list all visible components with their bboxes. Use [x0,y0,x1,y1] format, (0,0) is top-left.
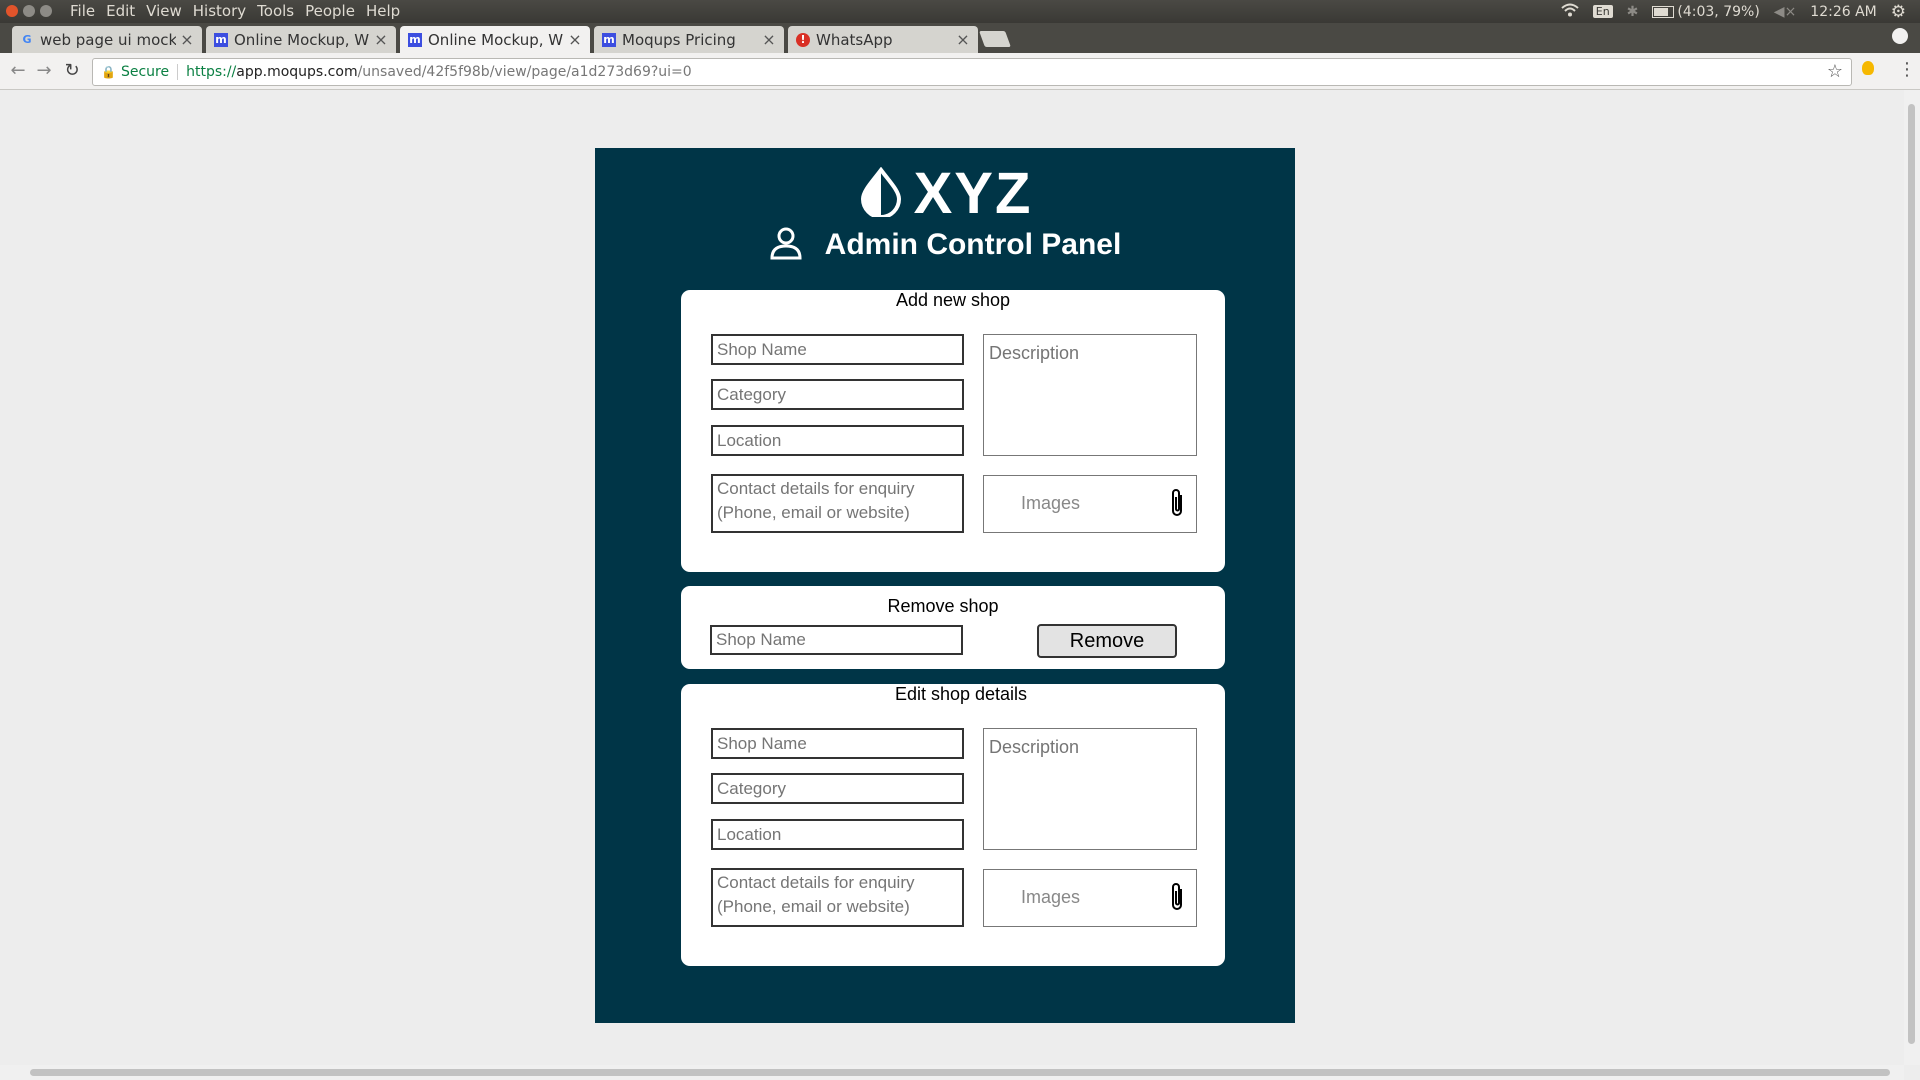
edit-shop-name-input[interactable] [711,728,964,759]
tab-title: web page ui mocku [40,30,176,49]
menu-edit[interactable]: Edit [106,2,135,20]
remove-shop-name-input[interactable] [710,625,963,655]
back-arrow-icon[interactable]: ← [6,59,30,83]
add-shop-category-input[interactable] [711,379,964,410]
paperclip-icon [1168,881,1186,917]
extension-bulb-icon[interactable] [1862,61,1874,75]
admin-panel: XYZ Admin Control Panel Add new shop Ima… [595,148,1295,1023]
horizontal-scrollbar-thumb[interactable] [30,1069,1890,1076]
add-shop-location-input[interactable] [711,425,964,456]
bluetooth-icon[interactable]: ✱ [1627,4,1639,20]
add-shop-heading: Add new shop [895,290,1011,310]
tab-whatsapp[interactable]: ! WhatsApp × [788,26,978,53]
google-icon: G [22,33,32,46]
add-shop-card: Add new shop Images [681,290,1225,572]
edit-shop-images-upload[interactable]: Images [983,869,1197,927]
close-icon[interactable]: × [956,30,970,49]
moqups-icon: m [214,32,228,47]
add-shop-contact-input[interactable] [711,474,964,533]
close-icon[interactable]: × [180,30,194,49]
keyboard-layout-indicator[interactable]: En [1592,5,1613,18]
edit-shop-category-input[interactable] [711,773,964,804]
vertical-scrollbar-thumb[interactable] [1908,104,1915,1044]
remove-shop-card: Remove shop Remove [681,586,1225,669]
panel-title-row: Admin Control Panel [595,226,1295,264]
paperclip-icon [1168,487,1186,523]
battery-text: (4:03, 79%) [1677,3,1760,20]
tab-online-mockup-1[interactable]: m Online Mockup, Wi × [206,26,396,53]
images-label: Images [1021,493,1081,513]
horizontal-scrollbar[interactable] [0,1065,1904,1080]
brand-name: XYZ [913,161,1033,226]
window-close-button[interactable] [6,5,18,17]
add-shop-name-input[interactable] [711,334,964,365]
tab-title: WhatsApp [816,30,893,49]
tab-title: Online Mockup, Wi [428,30,564,49]
url-scheme: https:// [186,64,237,80]
address-bar[interactable]: 🔒 Secure https://app.moqups.com/unsaved/… [92,58,1852,86]
clock[interactable]: 12:26 AM [1810,4,1876,20]
profile-icon[interactable] [1892,28,1908,44]
menu-help[interactable]: Help [366,2,400,20]
url-host: app.moqups.com [236,64,358,80]
battery-icon [1652,5,1675,18]
os-top-bar: File Edit View History Tools People Help… [0,0,1920,23]
close-icon[interactable]: × [374,30,388,49]
menu-tools[interactable]: Tools [257,2,294,20]
bookmark-star-icon[interactable]: ☆ [1827,61,1843,82]
add-shop-description-input[interactable] [983,334,1197,456]
menu-file[interactable]: File [70,2,95,20]
url-path: /unsaved/42f5f98b/view/page/a1d273d69?ui… [357,64,692,80]
images-label: Images [1021,887,1081,907]
tab-web-page-ui-mockup[interactable]: G web page ui mocku × [12,26,202,53]
close-icon[interactable]: × [568,30,582,49]
browser-tab-strip: G web page ui mocku × m Online Mockup, W… [0,23,1920,53]
remove-shop-heading: Remove shop [887,596,999,616]
menu-view[interactable]: View [146,2,182,20]
reload-icon[interactable]: ↻ [60,59,84,83]
add-shop-images-upload[interactable]: Images [983,475,1197,533]
settings-gear-icon[interactable]: ⚙ [1891,2,1906,22]
tab-title: Online Mockup, Wi [234,30,370,49]
battery-indicator[interactable]: (4:03, 79%) [1652,3,1760,20]
window-minimize-button[interactable] [23,5,35,17]
close-icon[interactable]: × [762,30,776,49]
moqups-icon: m [408,32,422,47]
remove-button[interactable]: Remove [1037,624,1177,658]
menu-history[interactable]: History [193,2,246,20]
forward-arrow-icon[interactable]: → [32,59,56,83]
user-icon [769,226,803,264]
edit-shop-card: Edit shop details Images [681,684,1225,966]
system-tray: En ✱ (4:03, 79%) ◀× 12:26 AM ⚙ [1561,0,1920,23]
wifi-icon[interactable] [1561,3,1579,21]
drop-logo-icon [858,166,904,221]
edit-shop-heading: Edit shop details [894,684,1028,704]
tab-online-mockup-2[interactable]: m Online Mockup, Wi × [400,26,590,53]
address-separator [177,64,179,80]
error-icon: ! [796,32,810,47]
panel-title: Admin Control Panel [824,228,1122,261]
tab-moqups-pricing[interactable]: m Moqups Pricing × [594,26,784,53]
edit-shop-location-input[interactable] [711,819,964,850]
app-menu: File Edit View History Tools People Help [70,2,411,20]
vertical-scrollbar[interactable] [1904,90,1920,1065]
moqups-icon: m [602,32,616,47]
browser-menu-icon[interactable]: ⋮ [1898,61,1916,79]
volume-muted-icon[interactable]: ◀× [1774,4,1797,20]
edit-shop-description-input[interactable] [983,728,1197,850]
lock-icon: 🔒 [101,65,116,79]
tab-title: Moqups Pricing [622,30,736,49]
logo: XYZ [595,160,1295,227]
browser-toolbar: ← → ↻ 🔒 Secure https://app.moqups.com/un… [0,53,1920,90]
menu-people[interactable]: People [305,2,355,20]
edit-shop-contact-input[interactable] [711,868,964,927]
new-tab-button[interactable] [979,31,1011,47]
window-maximize-button[interactable] [40,5,52,17]
secure-label: Secure [120,64,170,80]
